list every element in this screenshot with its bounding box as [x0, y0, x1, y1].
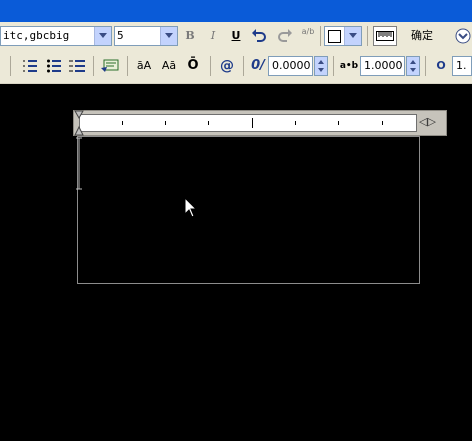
lettered-list-icon — [69, 60, 85, 72]
ruler-resize-arrows[interactable]: ◁▷ — [419, 114, 445, 130]
ruler-tick — [382, 121, 383, 125]
bulleted-list-button[interactable] — [46, 56, 62, 76]
chevron-down-icon[interactable] — [160, 27, 177, 45]
lowercase-button[interactable]: Aā — [159, 56, 179, 76]
oblique-angle-input[interactable]: 0.0000 — [268, 56, 313, 76]
insert-field-button[interactable] — [100, 56, 120, 76]
indent-marker-icon[interactable] — [73, 110, 87, 136]
font-combo-value: itc,gbcbig — [3, 29, 70, 42]
title-bar — [0, 0, 472, 22]
font-combo[interactable]: itc,gbcbig — [0, 26, 112, 46]
text-height-combo[interactable]: 5 — [114, 26, 178, 46]
text-height-value: 5 — [117, 29, 124, 42]
undo-button[interactable] — [250, 26, 268, 46]
numbered-list-button[interactable] — [22, 56, 38, 76]
toolbar-separator — [320, 26, 321, 46]
ruler-toggle-button[interactable] — [373, 26, 397, 46]
text-caret — [76, 137, 82, 190]
italic-button[interactable]: I — [206, 26, 220, 46]
ruler-tick — [122, 121, 123, 125]
tracking-spinner[interactable] — [406, 56, 420, 76]
ruler-tick — [295, 121, 296, 125]
bold-button[interactable]: B — [182, 26, 198, 46]
color-swatch — [328, 30, 341, 43]
color-combo[interactable] — [324, 26, 362, 46]
ruler-icon — [376, 31, 394, 41]
ruler-tick — [338, 121, 339, 125]
ruler-tick — [208, 121, 209, 125]
toolbar-separator — [333, 56, 334, 76]
toolbar-separator — [243, 56, 244, 76]
oblique-angle-icon: 0/ — [251, 58, 265, 73]
ruler-tick — [165, 121, 166, 125]
ok-button[interactable]: 确定 — [405, 26, 439, 46]
toolbar-separator — [10, 56, 11, 76]
text-edit-box[interactable] — [77, 136, 420, 284]
symbol-button[interactable]: @ — [217, 56, 237, 76]
toolbar-row-1: itc,gbcbig 5 B I U a/b 确定 — [0, 22, 472, 49]
underline-button[interactable]: U — [229, 26, 243, 46]
chevron-down-circle-icon — [455, 28, 470, 44]
redo-button[interactable] — [276, 26, 294, 46]
numbered-list-icon — [23, 60, 37, 72]
stack-button[interactable]: a/b — [300, 24, 316, 44]
stack-label: a/b — [301, 27, 315, 36]
toolbar-separator — [127, 56, 128, 76]
undo-icon — [252, 29, 266, 42]
chevron-down-icon[interactable] — [94, 27, 111, 45]
uppercase-button[interactable]: āA — [134, 56, 154, 76]
toolbar-separator — [210, 56, 211, 76]
toolbar-separator — [367, 26, 368, 46]
oblique-angle-spinner[interactable] — [314, 56, 328, 76]
options-button[interactable] — [453, 26, 472, 46]
redo-icon — [278, 29, 292, 42]
bulleted-list-icon — [47, 59, 61, 73]
overline-button[interactable]: Ō — [184, 56, 202, 76]
mouse-pointer-icon — [184, 197, 198, 218]
ruler-tick — [252, 118, 253, 128]
chevron-down-icon[interactable] — [344, 27, 361, 45]
ruler-scale — [79, 114, 417, 132]
insert-field-icon — [101, 59, 119, 72]
lettered-list-button[interactable] — [68, 56, 86, 76]
toolbar-row-2: āA Aā Ō @ 0/ 0.0000 a•b 1.0000 O 1. — [0, 52, 472, 80]
width-factor-input[interactable]: 1. — [452, 56, 472, 76]
tracking-icon: a•b — [339, 61, 359, 71]
tracking-input[interactable]: 1.0000 — [360, 56, 405, 76]
toolbar-separator — [425, 56, 426, 76]
toolbar-separator — [93, 56, 94, 76]
width-factor-icon: O — [436, 59, 446, 72]
